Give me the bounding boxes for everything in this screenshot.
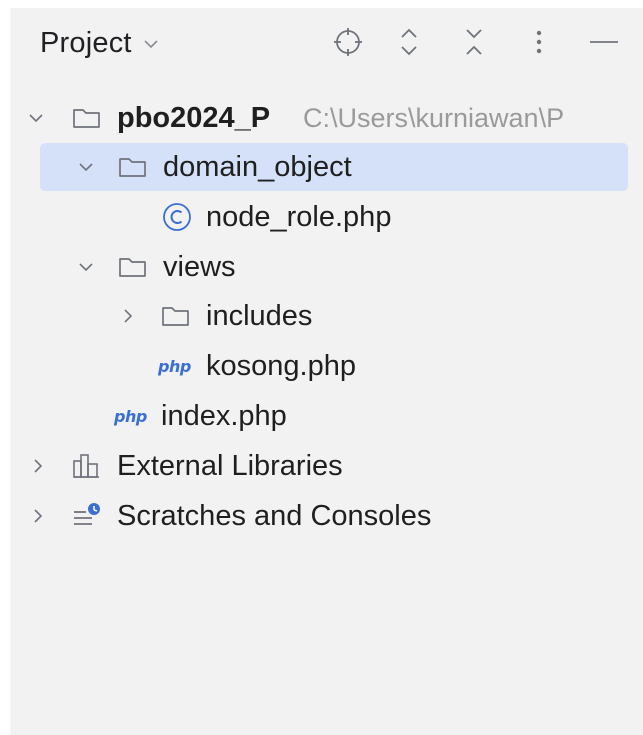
project-tool-window: Project pbo2024_P C:\Users\kurniawan\P d… (10, 8, 643, 735)
php-class-icon (161, 201, 193, 233)
php-file-icon: php (114, 406, 147, 426)
expand-all-icon[interactable] (391, 24, 427, 60)
more-icon[interactable] (521, 24, 557, 60)
tree-node-external-libraries[interactable]: External Libraries (10, 442, 643, 490)
tree-node-label: node_role.php (206, 200, 392, 233)
tree-node-label: includes (206, 299, 313, 332)
tool-window-title: Project (40, 27, 132, 59)
tree-node-scratches[interactable]: Scratches and Consoles (10, 492, 643, 540)
php-file-icon: php (158, 356, 191, 376)
folder-icon (72, 106, 102, 130)
tree-node-label: index.php (161, 399, 287, 432)
tree-node-label: domain_object (163, 150, 352, 183)
tool-window-header: Project (10, 8, 643, 78)
tree-node-root[interactable]: pbo2024_P C:\Users\kurniawan\P (10, 94, 643, 142)
locate-icon[interactable] (330, 24, 366, 60)
tree-node-includes[interactable]: includes (10, 292, 643, 340)
tree-node-label: Scratches and Consoles (117, 499, 432, 532)
chevron-down-icon[interactable] (76, 257, 96, 277)
chevron-right-icon[interactable] (28, 506, 48, 526)
tree-node-kosong[interactable]: php kosong.php (10, 342, 643, 390)
tree-node-label: views (163, 250, 236, 283)
tree-node-label: External Libraries (117, 449, 343, 482)
collapse-all-icon[interactable] (456, 24, 492, 60)
scratches-icon (72, 502, 104, 530)
chevron-right-icon[interactable] (118, 306, 138, 326)
chevron-down-icon[interactable] (76, 157, 96, 177)
chevron-down-icon[interactable] (26, 108, 46, 128)
chevron-right-icon[interactable] (28, 456, 48, 476)
folder-icon (118, 155, 148, 179)
project-path: C:\Users\kurniawan\P (303, 102, 565, 133)
library-icon (72, 452, 102, 480)
folder-icon (161, 304, 191, 328)
folder-icon (118, 255, 148, 279)
minimize-icon[interactable] (586, 24, 622, 60)
tree-node-node-role[interactable]: node_role.php (10, 193, 643, 241)
chevron-down-icon (142, 37, 160, 55)
tree-node-views[interactable]: views (10, 243, 643, 291)
tree-node-domain-object[interactable]: domain_object (10, 143, 643, 191)
project-view-selector[interactable]: Project (40, 27, 160, 60)
tree-node-index[interactable]: php index.php (10, 392, 643, 440)
tree-node-label: pbo2024_P (117, 101, 271, 134)
tree-node-label: kosong.php (206, 349, 356, 382)
